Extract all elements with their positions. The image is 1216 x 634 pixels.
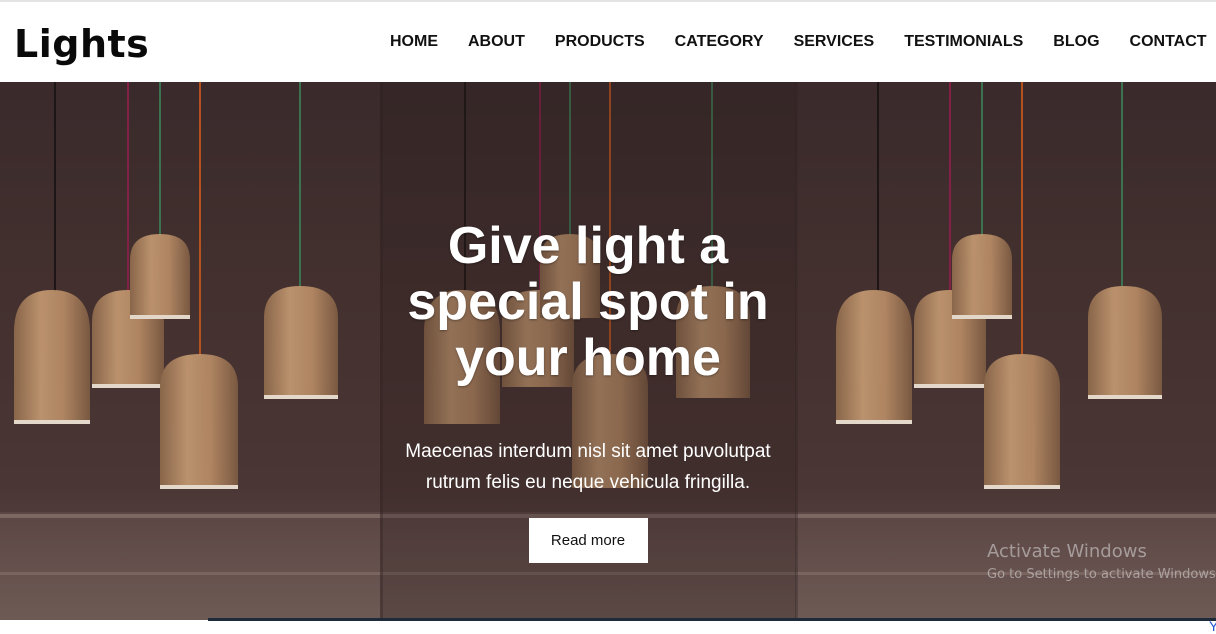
watermark-subtitle: Go to Settings to activate Windows. (987, 567, 1216, 582)
main-nav: HOME ABOUT PRODUCTS CATEGORY SERVICES TE… (375, 30, 1216, 54)
nav-item-blog[interactable]: BLOG (1038, 30, 1114, 54)
activate-windows-watermark: Activate Windows Go to Settings to activ… (987, 540, 1216, 585)
nav-item-testimonials[interactable]: TESTIMONIALS (889, 30, 1038, 54)
nav-item-about[interactable]: ABOUT (453, 30, 540, 54)
nav-item-contact[interactable]: CONTACT (1115, 30, 1216, 54)
site-header: Lights HOME ABOUT PRODUCTS CATEGORY SERV… (0, 0, 1216, 82)
read-more-button[interactable]: Read more (528, 518, 648, 563)
nav-item-category[interactable]: CATEGORY (660, 30, 779, 54)
bottom-edge-bar (208, 618, 1216, 621)
hero-description: Maecenas interdum nisl sit amet puvolutp… (405, 441, 771, 493)
watermark-title: Activate Windows (987, 541, 1147, 562)
nav-item-services[interactable]: SERVICES (779, 30, 890, 54)
nav-item-home[interactable]: HOME (375, 30, 453, 54)
nav-item-products[interactable]: PRODUCTS (540, 30, 660, 54)
hero-title: Give light a special spot in your home (407, 217, 769, 387)
site-logo[interactable]: Lights (14, 20, 149, 68)
hero-content: Give light a special spot in your home M… (380, 218, 796, 563)
corner-text: Y (1209, 618, 1216, 634)
